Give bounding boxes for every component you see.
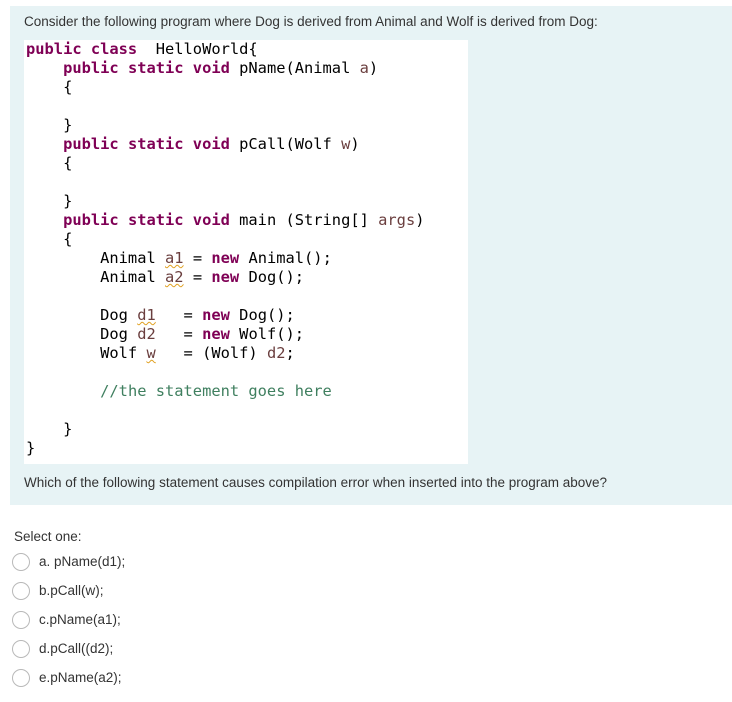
answer-option-c[interactable]: c.pName(a1);	[12, 605, 125, 634]
radio-button-icon[interactable]	[12, 639, 30, 658]
code-token: Dog	[26, 306, 138, 324]
code-line: {	[26, 230, 72, 248]
code-token: public static void	[63, 59, 230, 77]
select-one-label: Select one:	[14, 529, 82, 544]
code-token: Dog();	[229, 306, 295, 324]
code-token: main (String[]	[229, 211, 379, 229]
code-token: a2	[165, 268, 184, 286]
code-token: a	[359, 59, 369, 77]
code-token: d2	[266, 344, 286, 362]
code-token: {	[26, 154, 73, 172]
code-line: Dog d1 = new Dog();	[26, 306, 295, 324]
code-token: new	[202, 306, 230, 324]
code-token: =	[183, 268, 212, 286]
code-token: )	[368, 59, 379, 77]
code-line: public class HelloWorld{	[26, 40, 258, 58]
code-token: Dog	[26, 325, 138, 343]
answer-label: c.pName(a1);	[39, 612, 121, 627]
code-token: Animal	[26, 249, 165, 267]
code-token: pCall(Wolf	[229, 135, 342, 153]
code-token: //the statement goes here	[100, 382, 332, 400]
answer-label: a. pName(d1);	[39, 554, 126, 569]
code-token: )	[350, 135, 360, 153]
radio-button-icon[interactable]	[12, 581, 30, 600]
code-token: HelloWorld{	[137, 40, 258, 58]
code-token: Animal	[26, 268, 165, 286]
code-token: public static void	[63, 135, 230, 153]
radio-button-icon[interactable]	[12, 668, 30, 687]
code-token: w	[341, 135, 351, 153]
code-token: =	[183, 249, 212, 267]
code-token: d1	[137, 306, 156, 324]
code-line: //the statement goes here	[26, 382, 332, 400]
answer-options: a. pName(d1); b.pCall(w); c.pName(a1); d…	[12, 547, 125, 692]
code-line: }	[26, 192, 72, 210]
code-token: new	[211, 268, 240, 286]
radio-button-icon[interactable]	[12, 552, 30, 571]
code-listing: public class HelloWorld{ public static v…	[26, 40, 425, 458]
code-line: Animal a1 = new Animal();	[26, 249, 332, 267]
radio-button-icon[interactable]	[12, 610, 30, 629]
code-line: {	[26, 78, 72, 96]
code-line: public static void pName(Animal a)	[26, 59, 378, 77]
code-token: {	[26, 230, 73, 248]
code-token: new	[211, 249, 240, 267]
code-token: =	[155, 306, 203, 324]
code-line: public static void main (String[] args)	[26, 211, 425, 229]
code-token: args	[378, 211, 416, 229]
answer-option-e[interactable]: e.pName(a2);	[12, 663, 125, 692]
code-token: = (Wolf)	[155, 344, 267, 362]
answer-option-d[interactable]: d.pCall((d2);	[12, 634, 125, 663]
question-box: Consider the following program where Dog…	[10, 6, 732, 505]
code-line: Animal a2 = new Dog();	[26, 268, 304, 286]
code-token: Animal();	[239, 249, 332, 267]
code-line: }	[26, 420, 72, 438]
answer-label: d.pCall((d2);	[39, 641, 114, 656]
code-token: }	[26, 192, 73, 210]
answer-option-a[interactable]: a. pName(d1);	[12, 547, 125, 576]
answer-label: e.pName(a2);	[39, 670, 122, 685]
code-token: ;	[285, 344, 295, 362]
code-line: }	[26, 116, 72, 134]
code-token: pName(Animal	[229, 59, 360, 77]
code-line: Wolf w = (Wolf) d2;	[26, 344, 295, 362]
code-block: public class HelloWorld{ public static v…	[24, 40, 468, 464]
code-token: d2	[137, 325, 156, 343]
code-token: }	[26, 439, 36, 457]
code-token: w	[146, 344, 156, 362]
code-token: =	[155, 325, 203, 343]
code-token: Wolf	[26, 344, 147, 362]
code-token: {	[26, 78, 73, 96]
question-intro: Consider the following program where Dog…	[24, 14, 598, 29]
code-line: {	[26, 154, 72, 172]
code-token: a1	[165, 249, 184, 267]
question-prompt: Which of the following statement causes …	[24, 475, 608, 490]
answer-option-b[interactable]: b.pCall(w);	[12, 576, 125, 605]
code-line: }	[26, 439, 35, 457]
code-token: Wolf();	[229, 325, 305, 343]
code-token: Dog();	[239, 268, 305, 286]
answer-label: b.pCall(w);	[39, 583, 104, 598]
code-token: )	[415, 211, 425, 229]
code-token: public class	[26, 40, 138, 58]
code-line: Dog d2 = new Wolf();	[26, 325, 304, 343]
code-token: }	[26, 116, 73, 134]
code-token: }	[26, 420, 73, 438]
code-token: public static void	[63, 211, 230, 229]
code-line: public static void pCall(Wolf w)	[26, 135, 360, 153]
code-token: new	[202, 325, 230, 343]
